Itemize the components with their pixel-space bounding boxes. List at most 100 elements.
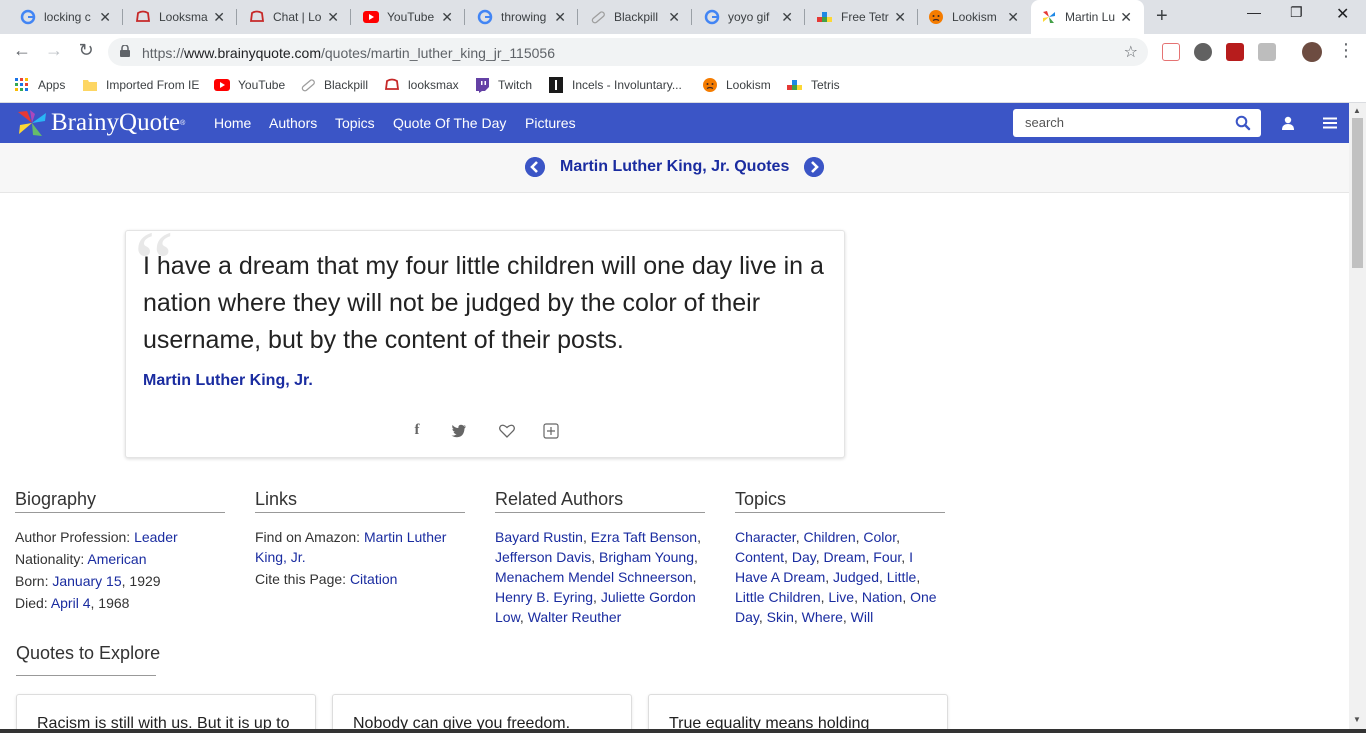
topic-link[interactable]: Dream: [823, 549, 865, 565]
bookmark-twitch[interactable]: Twitch: [474, 77, 532, 93]
bookmark-youtube[interactable]: YouTube: [214, 77, 285, 93]
tab-title: throwing: [501, 10, 547, 24]
bookmark-looksmax[interactable]: looksmax: [384, 77, 459, 93]
died-date-link[interactable]: April 4: [51, 595, 91, 611]
related-author-link[interactable]: Brigham Young: [599, 549, 694, 565]
bookmark-blackpill[interactable]: Blackpill: [300, 77, 368, 93]
extension-icon[interactable]: [1194, 43, 1212, 61]
topic-link[interactable]: Character: [735, 529, 796, 545]
tab-4[interactable]: throwing ✕: [465, 0, 578, 34]
related-author-link[interactable]: Menachem Mendel Schneerson: [495, 569, 693, 585]
facebook-icon[interactable]: f: [408, 422, 426, 440]
profile-avatar[interactable]: [1302, 42, 1322, 62]
amazon-row: Find on Amazon: Martin Luther King, Jr.: [255, 529, 447, 565]
topic-link[interactable]: Judged: [833, 569, 879, 585]
topic-link[interactable]: Day: [792, 549, 816, 565]
topic-link[interactable]: Content: [735, 549, 784, 565]
topic-link[interactable]: Children: [803, 529, 855, 545]
tab-5[interactable]: Blackpill ✕: [578, 0, 692, 34]
tab-2[interactable]: Chat | Lo ✕: [237, 0, 351, 34]
nav-topics[interactable]: Topics: [335, 115, 375, 131]
page-scrollbar[interactable]: ▲ ▼: [1349, 103, 1366, 733]
close-icon[interactable]: ✕: [554, 9, 566, 25]
topic-link[interactable]: Four: [873, 549, 901, 565]
close-icon[interactable]: ✕: [781, 9, 793, 25]
author-quotes-title[interactable]: Martin Luther King, Jr. Quotes: [560, 158, 789, 176]
close-icon[interactable]: ✕: [1007, 9, 1019, 25]
heart-icon[interactable]: [498, 422, 516, 440]
nav-authors[interactable]: Authors: [269, 115, 317, 131]
related-author-link[interactable]: Walter Reuther: [528, 609, 622, 625]
previous-arrow-icon[interactable]: [525, 157, 545, 177]
nationality-row: Nationality: American: [15, 551, 147, 567]
add-to-collection-icon[interactable]: [542, 422, 560, 440]
extension-icon[interactable]: [1258, 43, 1276, 61]
topic-link[interactable]: Color: [863, 529, 896, 545]
search-icon[interactable]: [1235, 115, 1251, 131]
tab-0[interactable]: locking c ✕: [0, 0, 123, 34]
close-icon[interactable]: ✕: [1120, 9, 1132, 25]
explore-quote-card[interactable]: Nobody can give you freedom.: [332, 694, 632, 733]
forward-icon[interactable]: →: [42, 40, 66, 61]
new-tab-button[interactable]: +: [1156, 5, 1168, 28]
topic-link[interactable]: Will: [851, 609, 874, 625]
quote-text[interactable]: I have a dream that my four little child…: [143, 248, 833, 359]
bookmark-star-icon[interactable]: ☆: [1124, 42, 1138, 62]
topic-link[interactable]: Little Children: [735, 589, 821, 605]
user-icon[interactable]: [1280, 115, 1296, 131]
hamburger-menu-icon[interactable]: [1322, 115, 1338, 131]
twitter-icon[interactable]: [450, 422, 468, 440]
quote-author-link[interactable]: Martin Luther King, Jr.: [143, 372, 313, 390]
topic-link[interactable]: Where: [802, 609, 843, 625]
close-icon[interactable]: ✕: [327, 9, 339, 25]
brainyquote-logo[interactable]: BrainyQuote ®: [14, 108, 185, 138]
tab-7[interactable]: Free Tetr ✕: [805, 0, 918, 34]
topic-link[interactable]: Nation: [862, 589, 902, 605]
tab-1[interactable]: Looksma ✕: [123, 0, 237, 34]
tab-8[interactable]: Lookism ✕: [918, 0, 1031, 34]
bookmark-apps[interactable]: Apps: [14, 77, 65, 93]
bookmark-imported-from-ie[interactable]: Imported From IE: [82, 77, 199, 93]
profession-link[interactable]: Leader: [134, 529, 178, 545]
nav-home[interactable]: Home: [214, 115, 251, 131]
close-icon[interactable]: ✕: [213, 9, 225, 25]
born-date-link[interactable]: January 15: [52, 573, 121, 589]
window-close-icon[interactable]: ✕: [1336, 4, 1349, 24]
explore-quote-card[interactable]: Racism is still with us. But it is up to: [16, 694, 316, 733]
next-arrow-icon[interactable]: [804, 157, 824, 177]
topic-link[interactable]: Skin: [767, 609, 794, 625]
explore-quote-card[interactable]: True equality means holding: [648, 694, 948, 733]
address-bar[interactable]: https://www.brainyquote.com/quotes/marti…: [108, 38, 1148, 66]
nationality-link[interactable]: American: [87, 551, 146, 567]
related-author-link[interactable]: Ezra Taft Benson: [591, 529, 697, 545]
scroll-thumb[interactable]: [1352, 118, 1363, 268]
scroll-down-icon[interactable]: ▼: [1353, 715, 1361, 724]
nav-pictures[interactable]: Pictures: [525, 115, 576, 131]
bookmark-lookism[interactable]: Lookism: [702, 77, 771, 93]
close-icon[interactable]: ✕: [441, 9, 453, 25]
nav-quote-of-the-day[interactable]: Quote Of The Day: [393, 115, 506, 131]
related-author-link[interactable]: Jefferson Davis: [495, 549, 591, 565]
bookmark-tetris[interactable]: Tetris: [787, 77, 840, 93]
related-author-link[interactable]: Bayard Rustin: [495, 529, 583, 545]
menu-dots-icon[interactable]: ⋮: [1334, 40, 1358, 61]
search-input[interactable]: [1025, 115, 1225, 130]
back-icon[interactable]: ←: [10, 40, 34, 61]
tab-9-active[interactable]: Martin Lu ✕: [1031, 0, 1144, 34]
citation-link[interactable]: Citation: [350, 571, 397, 587]
reload-icon[interactable]: ↻: [74, 40, 98, 61]
close-icon[interactable]: ✕: [99, 9, 111, 25]
tab-3[interactable]: YouTube ✕: [351, 0, 465, 34]
restore-icon[interactable]: ❐: [1290, 4, 1303, 21]
scroll-up-icon[interactable]: ▲: [1353, 106, 1361, 115]
related-author-link[interactable]: Henry B. Eyring: [495, 589, 593, 605]
close-icon[interactable]: ✕: [668, 9, 680, 25]
topic-link[interactable]: Little: [887, 569, 917, 585]
bookmark-incels[interactable]: Incels - Involuntary...: [548, 77, 682, 93]
extension-icon[interactable]: [1162, 43, 1180, 61]
minimize-icon[interactable]: —: [1247, 4, 1261, 20]
topic-link[interactable]: Live: [828, 589, 854, 605]
close-icon[interactable]: ✕: [894, 9, 906, 25]
tab-6[interactable]: yoyo gif ✕: [692, 0, 805, 34]
extension-badge-icon[interactable]: [1226, 43, 1244, 61]
